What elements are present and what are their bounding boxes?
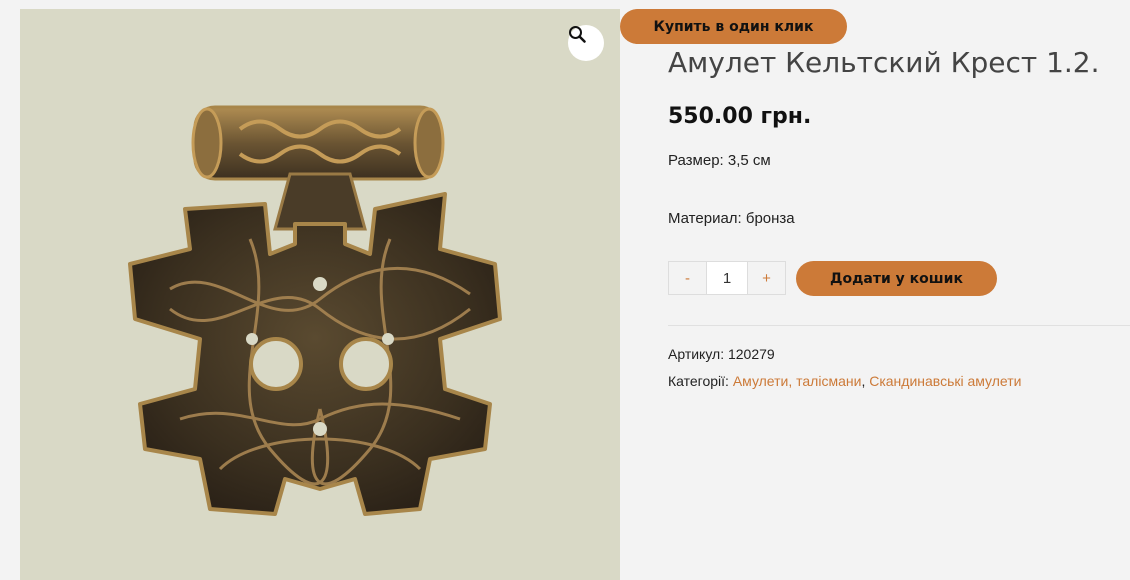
sku-label: Артикул: bbox=[668, 346, 725, 362]
product-size: Размер: 3,5 см bbox=[668, 152, 771, 169]
zoom-button[interactable] bbox=[568, 25, 604, 61]
category-separator: , bbox=[861, 373, 866, 389]
quantity-stepper: - 1 + bbox=[668, 261, 786, 295]
product-title: Амулет Кельтский Крест 1.2. bbox=[668, 46, 1100, 79]
quantity-input[interactable]: 1 bbox=[707, 261, 747, 295]
product-image[interactable] bbox=[20, 9, 620, 580]
product-price: 550.00 грн. bbox=[668, 104, 812, 129]
add-to-cart-button[interactable]: Додати у кошик bbox=[796, 261, 997, 296]
product-material: Материал: бронза bbox=[668, 210, 795, 227]
product-sku: Артикул: 120279 bbox=[668, 346, 775, 362]
sku-value: 120279 bbox=[727, 346, 775, 362]
quantity-decrease-button[interactable]: - bbox=[668, 261, 707, 295]
product-categories: Категорії: Амулети, талісмани, Скандинав… bbox=[668, 373, 1021, 389]
divider bbox=[668, 325, 1130, 326]
category-link-scandinavian[interactable]: Скандинавські амулети bbox=[869, 373, 1021, 389]
category-link-amulets[interactable]: Амулети, талісмани bbox=[733, 373, 862, 389]
amulet-illustration bbox=[128, 105, 502, 516]
categories-label: Категорії: bbox=[668, 373, 729, 389]
quantity-increase-button[interactable]: + bbox=[747, 261, 786, 295]
magnifier-icon bbox=[569, 26, 586, 43]
buy-one-click-button[interactable]: Купить в один клик bbox=[620, 9, 847, 44]
